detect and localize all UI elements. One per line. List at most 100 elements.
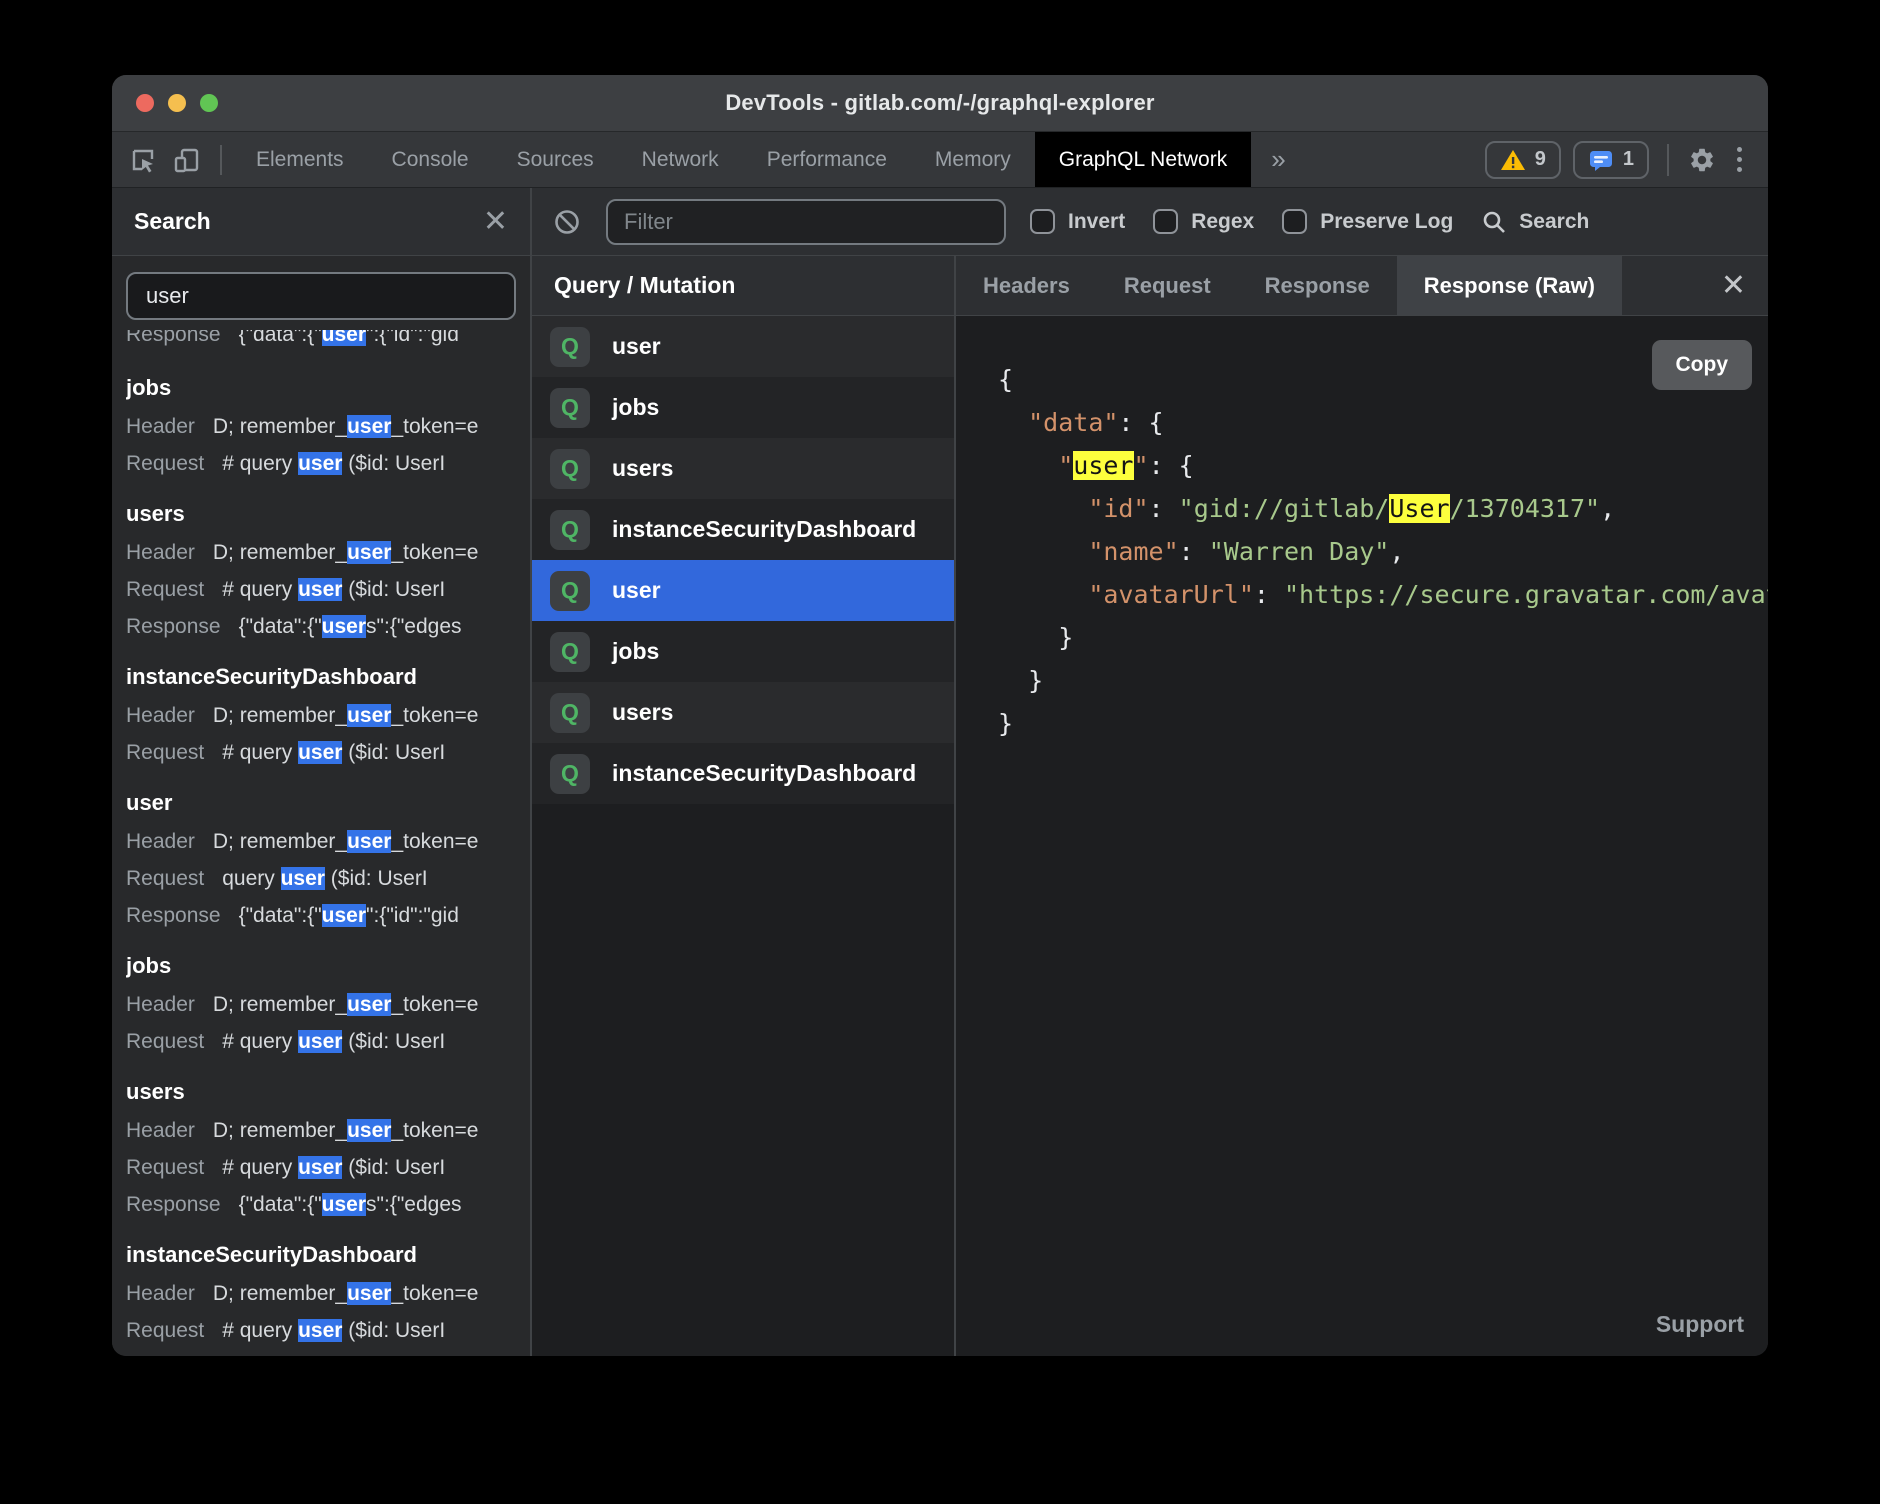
checkbox-box[interactable] <box>1030 209 1055 234</box>
search-result-line[interactable]: Header D; remember_user_token=e <box>126 986 530 1023</box>
search-result-line-label: Request <box>126 860 204 897</box>
search-result-line-content: query user ($id: UserI <box>222 860 427 897</box>
query-list-item-user[interactable]: Q user <box>532 316 954 377</box>
toolbar-divider <box>1667 144 1669 176</box>
search-result-line[interactable]: Response {"data":{"user":{"id":"gid <box>126 330 530 353</box>
checkbox-regex[interactable]: Regex <box>1153 209 1254 234</box>
query-list-item-jobs[interactable]: Q jobs <box>532 377 954 438</box>
zoom-window-button[interactable] <box>200 94 218 112</box>
search-match-highlight: user <box>322 904 366 927</box>
search-result-group-title: jobs <box>126 946 530 986</box>
tab-console[interactable]: Console <box>368 132 493 187</box>
json-line: "id": "gid://gitlab/User/13704317", <box>998 487 1768 530</box>
query-list-item-label: users <box>612 699 673 726</box>
search-input[interactable] <box>126 272 516 320</box>
query-list-item-users[interactable]: Q users <box>532 438 954 499</box>
search-match-highlight: user <box>322 330 366 346</box>
query-list-item-instancesecuritydashboard[interactable]: Q instanceSecurityDashboard <box>532 499 954 560</box>
tab-sources[interactable]: Sources <box>493 132 618 187</box>
search-match-highlight: user <box>347 1119 391 1142</box>
search-result-line[interactable]: Header D; remember_user_token=e <box>126 1112 530 1149</box>
search-result-line[interactable]: Request # query user ($id: UserI <box>126 445 530 482</box>
search-result-line-label: Header <box>126 697 195 734</box>
checkbox-preserve-log[interactable]: Preserve Log <box>1282 209 1453 234</box>
search-result-line-label: Header <box>126 823 195 860</box>
detail-tab-bar: HeadersRequestResponseResponse (Raw) ✕ <box>956 256 1768 316</box>
search-control-label: Search <box>1519 210 1589 234</box>
device-toolbar-icon[interactable] <box>172 145 202 175</box>
search-result-group-instancesecuritydashboard: instanceSecurityDashboard Header D; reme… <box>126 1235 530 1349</box>
message-icon <box>1588 148 1614 172</box>
query-list-item-users[interactable]: Q users <box>532 682 954 743</box>
checkbox-box[interactable] <box>1282 209 1307 234</box>
search-result-line-content: D; remember_user_token=e <box>213 1112 479 1149</box>
search-result-group-users: users Header D; remember_user_token=e Re… <box>126 494 530 645</box>
checkbox-invert[interactable]: Invert <box>1030 209 1125 234</box>
close-search-icon[interactable]: ✕ <box>483 207 508 237</box>
search-result-line[interactable]: Header D; remember_user_token=e <box>126 408 530 445</box>
search-result-line[interactable]: Request # query user ($id: UserI <box>126 571 530 608</box>
support-link[interactable]: Support <box>1656 1311 1744 1338</box>
tab-network[interactable]: Network <box>618 132 743 187</box>
query-list-item-user[interactable]: Q user <box>532 560 954 621</box>
close-detail-icon[interactable]: ✕ <box>1721 271 1746 301</box>
query-type-badge: Q <box>550 449 590 489</box>
settings-gear-icon[interactable] <box>1687 145 1717 175</box>
issues-count: 1 <box>1623 148 1634 171</box>
search-match-highlight: user <box>298 741 342 764</box>
search-result-group-instancesecuritydashboard: instanceSecurityDashboard Header D; reme… <box>126 657 530 771</box>
search-result-line[interactable]: Response {"data":{"users":{"edges <box>126 1186 530 1223</box>
query-list-item-instancesecuritydashboard[interactable]: Q instanceSecurityDashboard <box>532 743 954 804</box>
search-result-line[interactable]: Header D; remember_user_token=e <box>126 534 530 571</box>
search-result-line[interactable]: Request # query user ($id: UserI <box>126 1023 530 1060</box>
checkbox-label: Preserve Log <box>1320 210 1453 234</box>
query-list-item-label: jobs <box>612 394 659 421</box>
tab-graphql-network[interactable]: GraphQL Network <box>1035 132 1251 187</box>
search-match-highlight: user <box>298 1030 342 1053</box>
filter-input[interactable] <box>606 199 1006 245</box>
detail-tab-request[interactable]: Request <box>1097 256 1238 315</box>
search-result-line[interactable]: Request # query user ($id: UserI <box>126 734 530 771</box>
query-list-item-label: users <box>612 455 673 482</box>
clear-log-icon[interactable] <box>552 207 582 237</box>
search-match-highlight: user <box>347 1282 391 1305</box>
warnings-badge[interactable]: 9 <box>1485 141 1561 179</box>
search-match-highlight: user <box>347 993 391 1016</box>
search-result-clipped-line[interactable]: Response {"data":{"user":{"id":"gid <box>126 330 530 356</box>
search-result-line[interactable]: Request # query user ($id: UserI <box>126 1312 530 1349</box>
search-result-line-content: D; remember_user_token=e <box>213 1275 479 1312</box>
close-window-button[interactable] <box>136 94 154 112</box>
json-line: "name": "Warren Day", <box>998 530 1768 573</box>
tab-elements[interactable]: Elements <box>232 132 368 187</box>
search-result-line[interactable]: Header D; remember_user_token=e <box>126 1275 530 1312</box>
kebab-menu-icon[interactable] <box>1729 147 1750 172</box>
query-list-item-jobs[interactable]: Q jobs <box>532 621 954 682</box>
detail-tab-headers[interactable]: Headers <box>956 256 1097 315</box>
search-result-line[interactable]: Header D; remember_user_token=e <box>126 823 530 860</box>
minimize-window-button[interactable] <box>168 94 186 112</box>
search-result-line[interactable]: Request query user ($id: UserI <box>126 860 530 897</box>
more-tabs-chevron-icon[interactable]: » <box>1251 132 1305 187</box>
search-result-line-content: {"data":{"user":{"id":"gid <box>239 330 459 353</box>
issues-badge[interactable]: 1 <box>1573 141 1649 179</box>
search-result-line-label: Request <box>126 1023 204 1060</box>
tab-performance[interactable]: Performance <box>743 132 911 187</box>
search-result-line-content: # query user ($id: UserI <box>222 571 445 608</box>
checkbox-box[interactable] <box>1153 209 1178 234</box>
search-result-line[interactable]: Response {"data":{"user":{"id":"gid <box>126 897 530 934</box>
search-control[interactable]: Search <box>1481 209 1589 235</box>
search-match-highlight: user <box>298 1319 342 1342</box>
search-result-line[interactable]: Response {"data":{"users":{"edges <box>126 608 530 645</box>
search-result-line-content: # query user ($id: UserI <box>222 734 445 771</box>
query-type-badge: Q <box>550 754 590 794</box>
search-match-highlight: user <box>298 1156 342 1179</box>
detail-tab-response-raw[interactable]: Response (Raw) <box>1397 256 1622 315</box>
titlebar: DevTools - gitlab.com/-/graphql-explorer <box>112 75 1768 132</box>
tab-memory[interactable]: Memory <box>911 132 1035 187</box>
search-result-line-label: Response <box>126 608 221 645</box>
search-result-line[interactable]: Header D; remember_user_token=e <box>126 697 530 734</box>
inspect-element-icon[interactable] <box>128 145 158 175</box>
copy-button[interactable]: Copy <box>1652 340 1753 390</box>
search-result-line[interactable]: Request # query user ($id: UserI <box>126 1149 530 1186</box>
detail-tab-response[interactable]: Response <box>1238 256 1397 315</box>
